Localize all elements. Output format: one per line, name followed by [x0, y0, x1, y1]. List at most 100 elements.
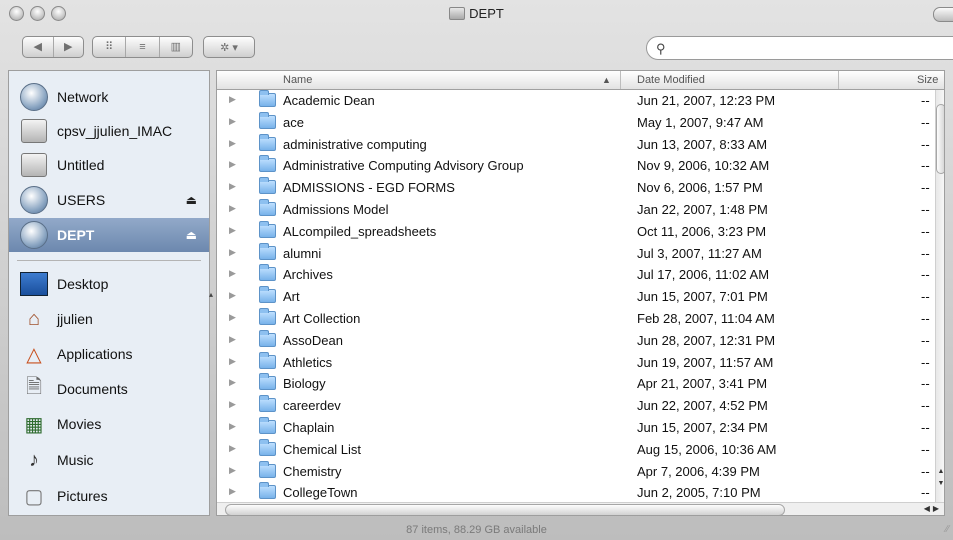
- disclosure-triangle-icon[interactable]: ▶: [229, 225, 236, 236]
- disclosure-triangle-icon[interactable]: ▶: [229, 465, 236, 476]
- disclosure-triangle-icon[interactable]: ▶: [229, 203, 236, 214]
- disclosure-triangle-icon[interactable]: ▶: [229, 356, 236, 367]
- table-row[interactable]: ▶ Archives Jul 17, 2006, 11:02 AM --: [217, 264, 935, 286]
- table-row[interactable]: ▶ Admissions Model Jan 22, 2007, 1:48 PM --: [217, 198, 935, 221]
- eject-icon[interactable]: ⏏: [186, 228, 197, 242]
- horizontal-scrollbar[interactable]: ◀▶: [217, 502, 944, 515]
- sidebar-item-jjulien[interactable]: ⌂ jjulien: [9, 302, 209, 336]
- sidebar-item-music[interactable]: ♪ Music: [9, 443, 209, 477]
- horizontal-scroll-thumb[interactable]: [225, 504, 785, 515]
- date-modified: Apr 21, 2007, 3:41 PM: [637, 376, 768, 392]
- table-row[interactable]: ▶ ace May 1, 2007, 9:47 AM --: [217, 111, 935, 134]
- file-name: Administrative Computing Advisory Group: [283, 158, 524, 174]
- finder-window: DEPT ◀ ▶ ⠿ ≡ ▥ ✲ ▾ ⚲ Network cpsv_jjulie…: [0, 0, 953, 540]
- table-row[interactable]: ▶ Administrative Computing Advisory Group…: [217, 155, 935, 177]
- hard-disk-icon: [19, 117, 49, 145]
- table-row[interactable]: ▶ Chaplain Jun 15, 2007, 2:34 PM --: [217, 416, 935, 439]
- folder-icon: [259, 395, 276, 413]
- documents-icon: 🗎: [25, 376, 43, 398]
- column-header-date-modified[interactable]: Date Modified: [637, 74, 705, 86]
- date-modified: Jun 15, 2007, 7:01 PM: [637, 289, 768, 305]
- vertical-scroll-thumb[interactable]: [936, 104, 944, 174]
- horizontal-scroll-arrows[interactable]: ◀▶: [924, 504, 942, 513]
- sidebar-resize-handle[interactable]: ▴: [209, 290, 213, 299]
- resize-grip-icon[interactable]: ∕∕: [946, 524, 949, 535]
- sidebar-item-pictures[interactable]: ▢ Pictures: [9, 479, 209, 513]
- table-row[interactable]: ▶ Academic Dean Jun 21, 2007, 12:23 PM --: [217, 90, 935, 112]
- sidebar-item-untitled[interactable]: Untitled: [9, 148, 209, 182]
- disclosure-triangle-icon[interactable]: ▶: [229, 181, 236, 192]
- table-row[interactable]: ▶ ADMISSIONS - EGD FORMS Nov 6, 2006, 1:57…: [217, 177, 935, 199]
- icon-view-button[interactable]: ⠿: [93, 37, 125, 57]
- search-field[interactable]: ⚲: [646, 36, 953, 60]
- back-button[interactable]: ◀: [23, 37, 53, 57]
- disclosure-triangle-icon[interactable]: ▶: [229, 443, 236, 454]
- disclosure-triangle-icon[interactable]: ▶: [229, 138, 236, 149]
- table-row[interactable]: ▶ alumni Jul 3, 2007, 11:27 AM --: [217, 242, 935, 265]
- sidebar-item-documents[interactable]: 🗎 Documents: [9, 372, 209, 406]
- file-name: Archives: [283, 267, 333, 283]
- eject-icon[interactable]: ⏏: [186, 193, 197, 207]
- search-input[interactable]: [673, 40, 953, 58]
- table-row[interactable]: ▶ careerdev Jun 22, 2007, 4:52 PM --: [217, 395, 935, 417]
- list-view-button[interactable]: ≡: [125, 37, 158, 57]
- sidebar-item-network[interactable]: Network: [9, 80, 209, 114]
- vertical-scrollbar[interactable]: ▲ ▼: [935, 90, 944, 502]
- table-row[interactable]: ▶ Art Collection Feb 28, 2007, 11:04 AM --: [217, 307, 935, 330]
- folder-icon: [259, 373, 276, 391]
- table-row[interactable]: ▶ ALcompiled_spreadsheets Oct 11, 2006, 3:…: [217, 220, 935, 243]
- disclosure-triangle-icon[interactable]: ▶: [229, 290, 236, 301]
- sidebar-item-cpsv-jjulien-imac[interactable]: cpsv_jjulien_IMAC: [9, 114, 209, 148]
- scroll-down-arrow[interactable]: ▼: [936, 480, 944, 487]
- disclosure-triangle-icon[interactable]: ▶: [229, 94, 236, 105]
- column-header-name[interactable]: Name: [283, 74, 312, 86]
- sidebar-item-applications[interactable]: △ Applications: [9, 337, 209, 371]
- table-row[interactable]: ▶ Chemistry Apr 7, 2006, 4:39 PM --: [217, 460, 935, 483]
- file-size: --: [921, 93, 930, 108]
- folder-icon: [259, 460, 276, 478]
- toolbar-toggle-button[interactable]: [933, 7, 953, 22]
- disclosure-triangle-icon[interactable]: ▶: [229, 377, 236, 388]
- table-row[interactable]: ▶ Chemical List Aug 15, 2006, 10:36 AM --: [217, 438, 935, 461]
- forward-button[interactable]: ▶: [52, 37, 84, 57]
- disclosure-triangle-icon[interactable]: ▶: [229, 399, 236, 410]
- table-row[interactable]: ▶ administrative computing Jun 13, 2007, 8…: [217, 133, 935, 156]
- folder-icon: [259, 329, 276, 347]
- scroll-up-arrow[interactable]: ▲: [936, 468, 944, 475]
- sidebar-item-label: DEPT: [57, 227, 95, 243]
- column-view-button[interactable]: ▥: [158, 37, 192, 57]
- date-modified: Jun 22, 2007, 4:52 PM: [637, 398, 768, 414]
- sidebar-item-desktop[interactable]: Desktop: [9, 267, 209, 301]
- sidebar-item-label: Network: [57, 89, 109, 105]
- disclosure-triangle-icon[interactable]: ▶: [229, 312, 236, 323]
- disclosure-triangle-icon[interactable]: ▶: [229, 268, 236, 279]
- table-row[interactable]: ▶ Art Jun 15, 2007, 7:01 PM --: [217, 286, 935, 308]
- folder-icon: [259, 155, 276, 173]
- sidebar: Network cpsv_jjulien_IMAC Untitled USERS…: [8, 70, 210, 516]
- file-name: Chemical List: [283, 441, 362, 457]
- sidebar-item-users[interactable]: USERS ⏏: [9, 183, 209, 217]
- table-row[interactable]: ▶ AssoDean Jun 28, 2007, 12:31 PM --: [217, 329, 935, 352]
- file-size: --: [921, 332, 930, 348]
- action-menu-button[interactable]: ✲ ▾: [203, 36, 255, 58]
- file-size: --: [921, 223, 930, 239]
- file-name: AssoDean: [283, 332, 343, 348]
- disclosure-triangle-icon[interactable]: ▶: [229, 247, 236, 258]
- column-header-size[interactable]: Size: [917, 74, 938, 86]
- title-bar[interactable]: DEPT: [0, 0, 953, 27]
- disclosure-triangle-icon[interactable]: ▶: [229, 421, 236, 432]
- sidebar-item-dept[interactable]: DEPT ⏏: [9, 218, 209, 252]
- file-name: Art: [283, 289, 300, 305]
- sidebar-item-movies[interactable]: ▦ Movies: [9, 407, 209, 441]
- table-row[interactable]: ▶ Biology Apr 21, 2007, 3:41 PM --: [217, 373, 935, 395]
- date-modified: Jun 13, 2007, 8:33 AM: [637, 136, 768, 152]
- disclosure-triangle-icon[interactable]: ▶: [229, 159, 236, 170]
- disclosure-triangle-icon[interactable]: ▶: [229, 334, 236, 345]
- folder-icon: [259, 111, 276, 129]
- table-row[interactable]: ▶ Athletics Jun 19, 2007, 11:57 AM --: [217, 351, 935, 374]
- disclosure-triangle-icon[interactable]: ▶: [229, 116, 236, 127]
- table-row[interactable]: ▶ CollegeTown Jun 2, 2005, 7:10 PM --: [217, 482, 935, 504]
- file-name: Admissions Model: [283, 201, 389, 217]
- folder-icon: [259, 286, 276, 304]
- disclosure-triangle-icon[interactable]: ▶: [229, 486, 236, 497]
